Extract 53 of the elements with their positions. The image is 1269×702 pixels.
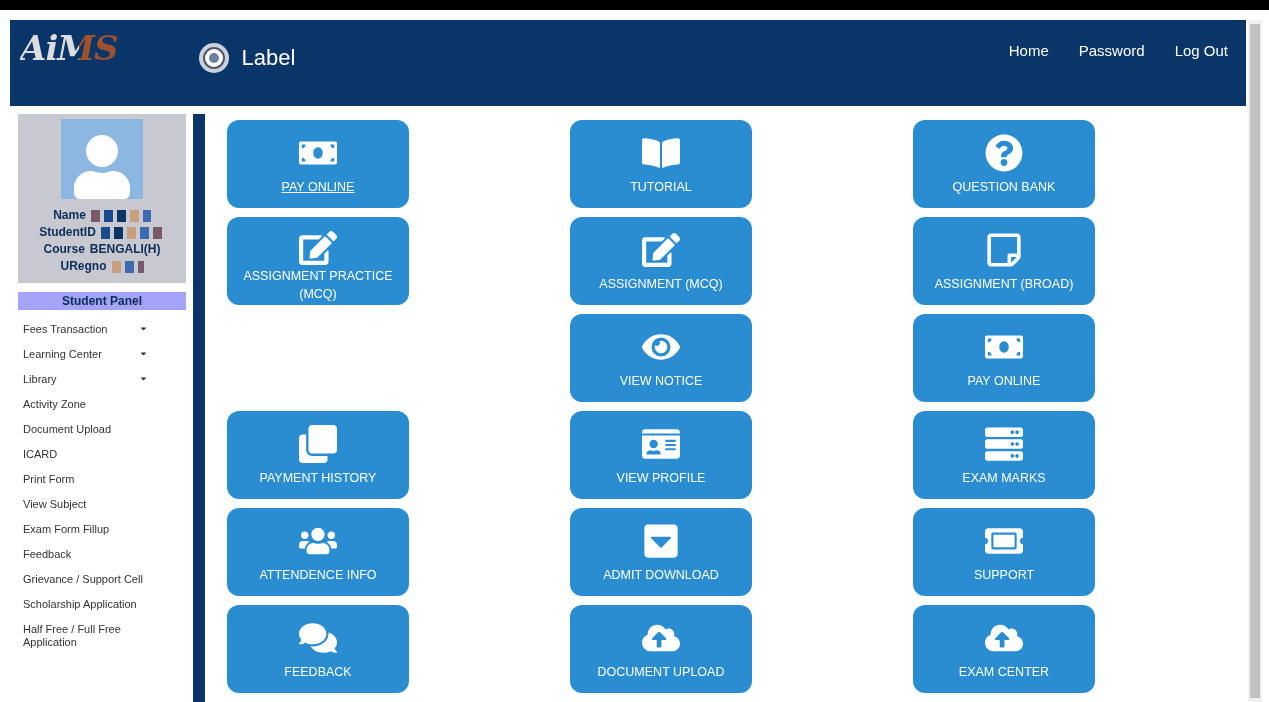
sidebar-item[interactable]: Half Free / Full Free Application (23, 623, 178, 649)
sidebar-item[interactable]: Library (23, 373, 178, 398)
menu-tile[interactable]: EXAM CENTER (913, 605, 1095, 693)
field-label: Name (53, 207, 86, 224)
field-label: Course (43, 241, 85, 258)
menu-tile[interactable]: VIEW NOTICE (570, 314, 752, 402)
menu-tile[interactable]: ASSIGNMENT PRACTICE (MCQ) (227, 217, 409, 305)
menu-tile[interactable]: DOCUMENT UPLOAD (570, 605, 752, 693)
scrollbar-thumb[interactable] (1250, 24, 1260, 698)
panel-title: Student Panel (18, 292, 186, 310)
question-icon (985, 134, 1023, 172)
menu-tile[interactable]: ADMIT DOWNLOAD (570, 508, 752, 596)
menu-tile[interactable]: ASSIGNMENT (MCQ) (570, 217, 752, 305)
field-label: URegno (60, 258, 107, 275)
redaction-drawing (90, 209, 151, 222)
menu-tile[interactable]: PAY ONLINE (913, 314, 1095, 402)
menu-tile[interactable]: FEEDBACK (227, 605, 409, 693)
avatar-icon (61, 119, 143, 199)
emblem-icon (197, 42, 230, 74)
sidebar-item[interactable]: Learning Center (23, 348, 178, 373)
menu-tile[interactable]: ATTENDENCE INFO (227, 508, 409, 596)
redaction-drawing (100, 226, 165, 239)
field-label: StudentID (39, 224, 96, 241)
sidebar-item[interactable]: Document Upload (23, 423, 178, 448)
edit-icon (642, 231, 680, 269)
field-value: BENGALI(H) (89, 241, 161, 258)
menu-tile[interactable]: PAYMENT HISTORY (227, 411, 409, 499)
menu-tile[interactable]: VIEW PROFILE (570, 411, 752, 499)
sidebar-item[interactable]: Scholarship Application (23, 598, 178, 623)
list-icon (985, 425, 1023, 463)
edit-icon (299, 229, 337, 267)
menu-tile[interactable]: TUTORIAL (570, 120, 752, 208)
sidebar-item[interactable]: Feedback (23, 548, 178, 573)
menu-tile[interactable]: SUPPORT (913, 508, 1095, 596)
sidebar-item[interactable]: Fees Transaction (23, 323, 178, 348)
sidebar-item[interactable]: Exam Form Fillup (23, 523, 178, 548)
nav-link[interactable]: Log Out (1174, 42, 1228, 59)
note-icon (985, 231, 1023, 269)
sidebar-item[interactable]: Activity Zone (23, 398, 178, 423)
menu-tile[interactable]: QUESTION BANK (913, 120, 1095, 208)
menu-tile[interactable]: ASSIGNMENT (BROAD) (913, 217, 1095, 305)
sidebar-item[interactable]: ICARD (23, 448, 178, 473)
sidebar-item[interactable]: Grievance / Support Cell (23, 573, 178, 598)
menu-tile[interactable]: PAY ONLINE (227, 120, 409, 208)
download-icon (642, 522, 680, 560)
sidebar-item[interactable]: View Subject (23, 498, 178, 523)
sidebar-item[interactable]: Print Form (23, 473, 178, 498)
page-title: Label (241, 45, 296, 71)
copy-icon (299, 425, 337, 463)
nav-link[interactable]: Home (1008, 42, 1049, 59)
menu-tile[interactable]: EXAM MARKS (913, 411, 1095, 499)
nav-link[interactable]: Password (1078, 42, 1145, 59)
redaction-drawing (111, 260, 144, 273)
